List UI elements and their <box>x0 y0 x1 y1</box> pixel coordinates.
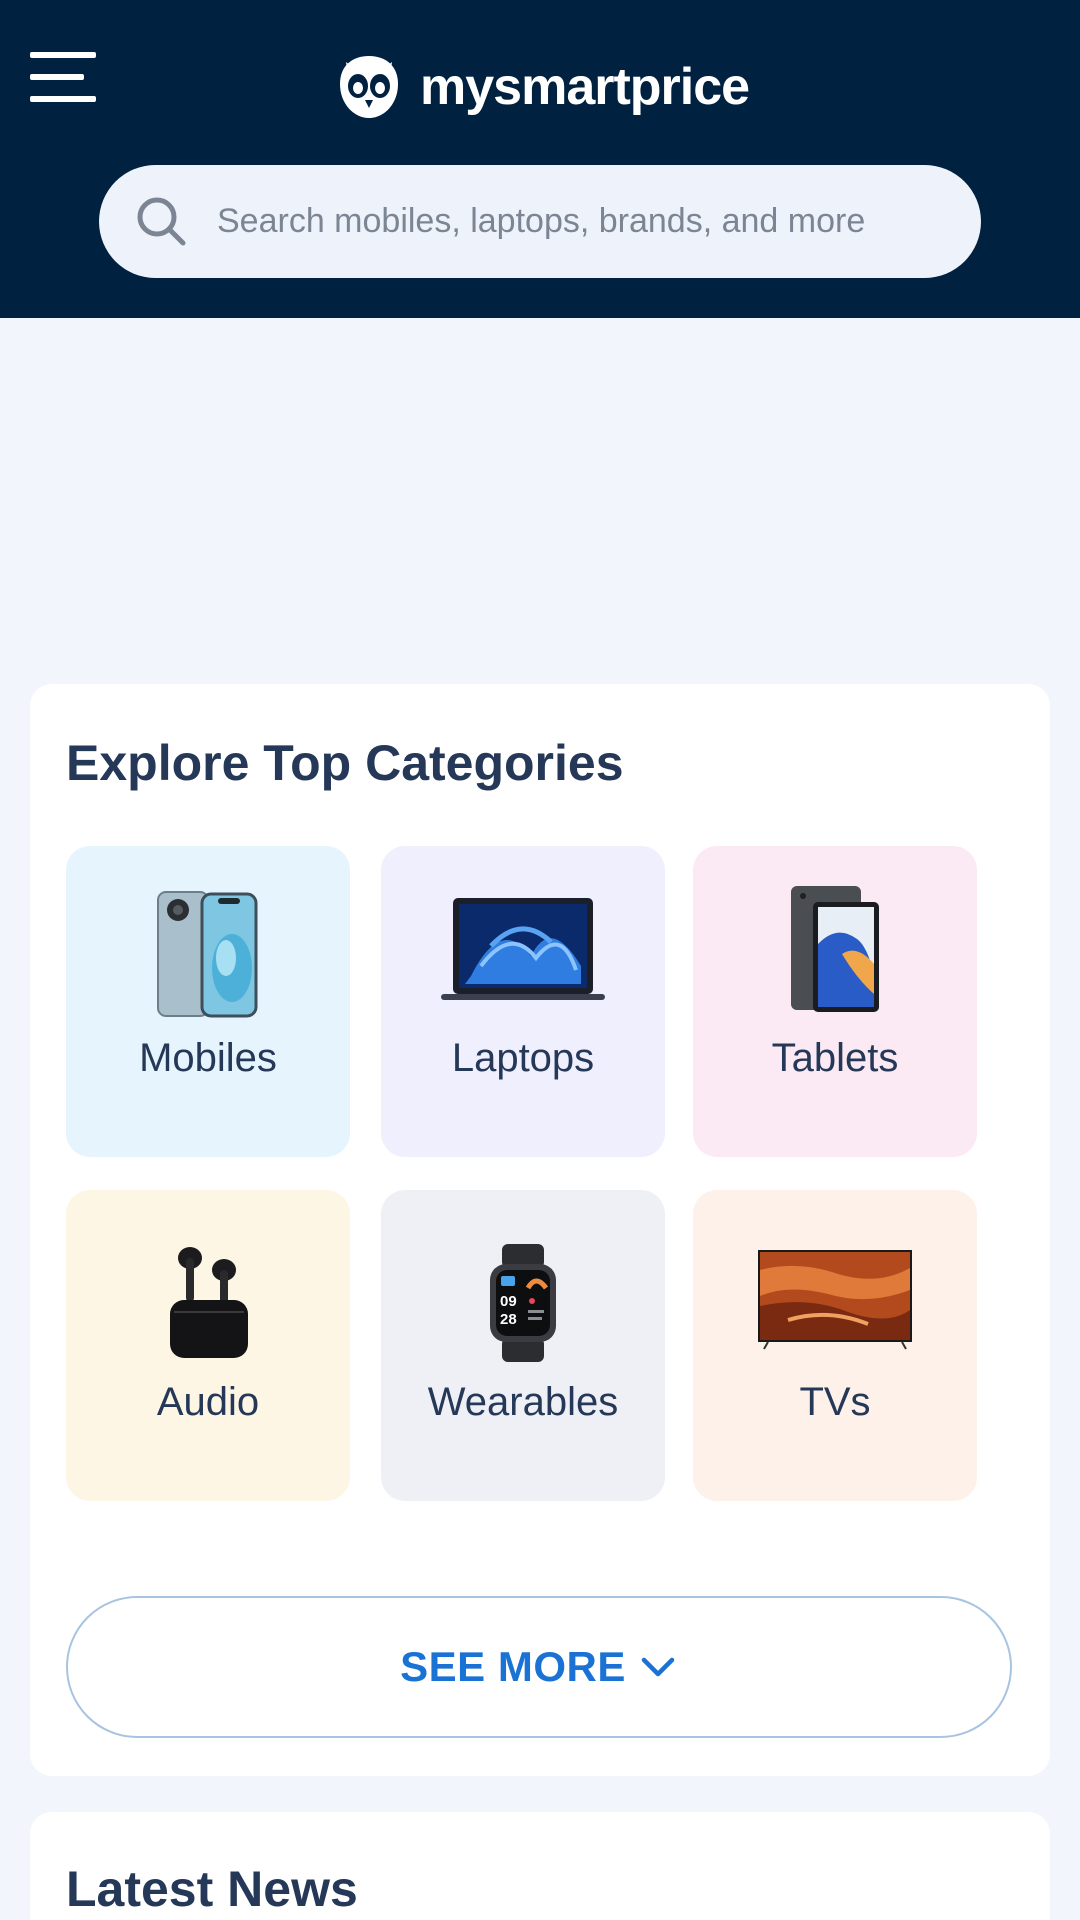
owl-logo-icon <box>340 56 398 118</box>
category-tile-tvs[interactable]: TVs <box>693 1190 977 1501</box>
category-tile-wearables[interactable]: 09 28 Wearables <box>381 1190 665 1501</box>
tablet-icon <box>791 886 879 1012</box>
search-icon <box>137 197 186 246</box>
category-label: Wearables <box>427 1380 619 1424</box>
hamburger-menu-icon[interactable] <box>30 52 96 102</box>
laptop-icon <box>441 898 605 1000</box>
section-title-news: Latest News <box>66 1861 358 1917</box>
category-label: Laptops <box>451 1036 595 1080</box>
category-tile-audio[interactable]: Audio <box>66 1190 350 1501</box>
brand-logo[interactable]: mysmartprice <box>332 50 750 124</box>
app-header: mysmartprice <box>0 0 1080 318</box>
search-input[interactable] <box>217 165 961 278</box>
chevron-down-icon <box>641 1657 675 1677</box>
see-more-button[interactable]: SEE MORE <box>66 1596 1012 1738</box>
section-title-categories: Explore Top Categories <box>66 735 624 791</box>
category-label: Mobiles <box>139 1036 277 1080</box>
television-icon <box>758 1250 912 1350</box>
svg-text:09: 09 <box>500 1293 517 1310</box>
smartwatch-icon: 09 28 <box>490 1244 556 1362</box>
categories-card: Explore Top Categories Mobiles Laptops T… <box>30 684 1050 1776</box>
category-tile-laptops[interactable]: Laptops <box>381 846 665 1157</box>
search-bar[interactable] <box>99 165 981 278</box>
see-more-label: SEE MORE <box>400 1643 626 1690</box>
svg-text:28: 28 <box>500 1311 517 1328</box>
news-card: Latest News <box>30 1812 1050 1920</box>
category-label: Tablets <box>771 1036 899 1080</box>
category-tile-tablets[interactable]: Tablets <box>693 846 977 1157</box>
brand-name: mysmartprice <box>420 58 750 116</box>
category-label: Audio <box>156 1380 260 1424</box>
smartphone-icon <box>157 891 258 1018</box>
category-label: TVs <box>799 1380 871 1424</box>
earbuds-icon <box>170 1247 248 1358</box>
category-tile-mobiles[interactable]: Mobiles <box>66 846 350 1157</box>
